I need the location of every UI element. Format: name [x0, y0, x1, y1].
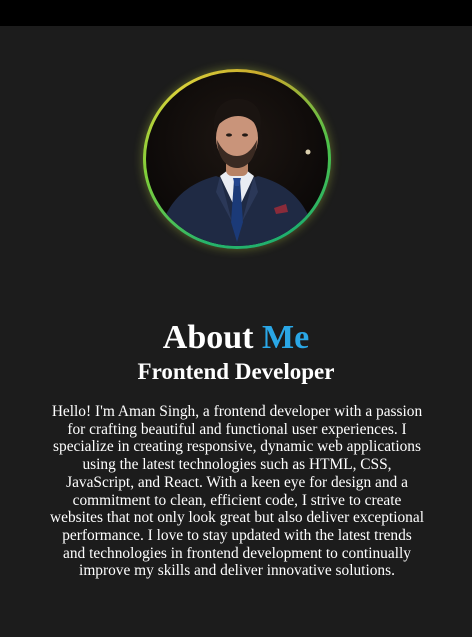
about-title-accent: Me	[262, 319, 310, 356]
bio-paragraph: Hello! I'm Aman Singh, a frontend develo…	[50, 403, 424, 580]
profile-photo	[156, 98, 318, 246]
profile-avatar	[146, 72, 328, 246]
about-title: About Me	[0, 318, 472, 358]
top-bar	[0, 0, 472, 26]
profile-avatar-ring	[143, 69, 331, 249]
role-subtitle: Frontend Developer	[137, 359, 335, 384]
about-title-prefix: About	[162, 319, 254, 356]
